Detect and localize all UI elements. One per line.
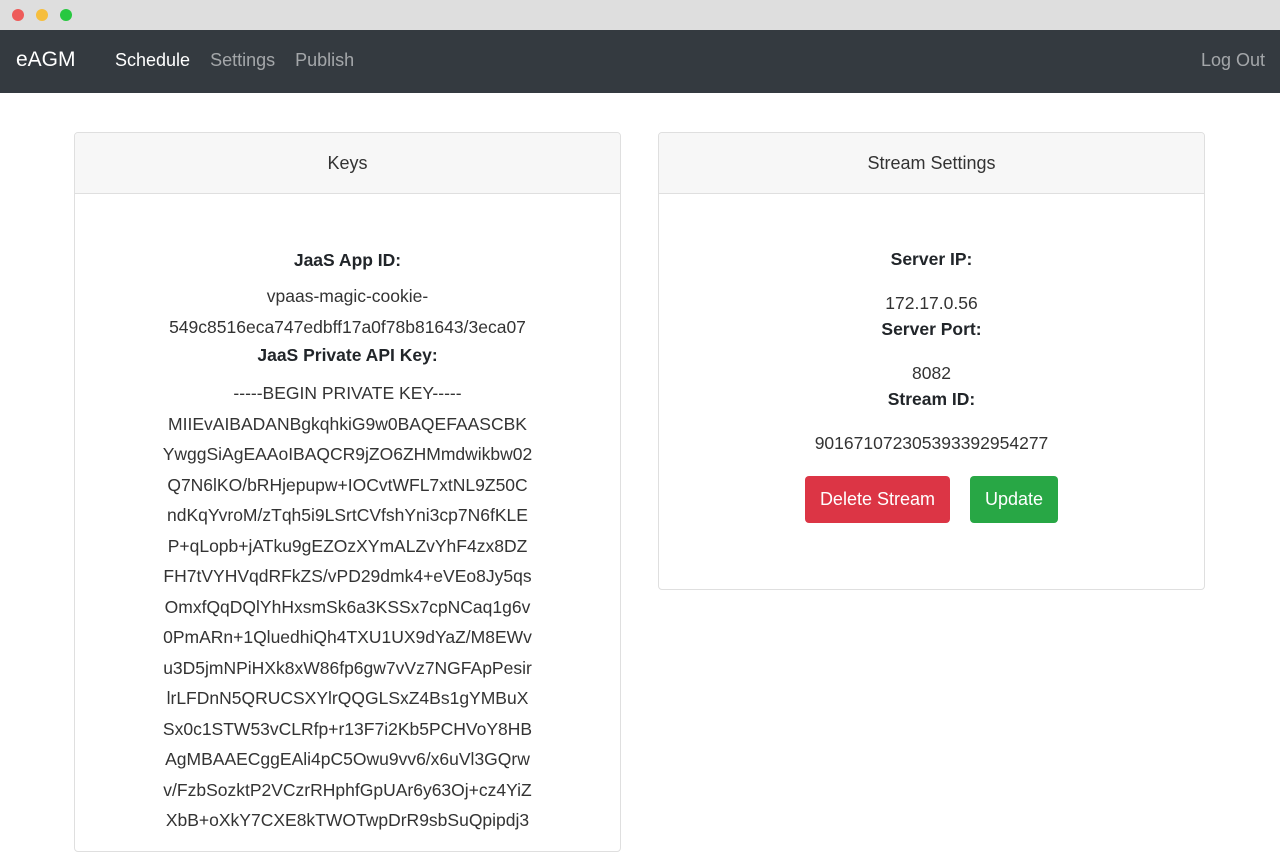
stream-id-value: 901671072305393392954277 xyxy=(814,433,1049,453)
nav-link-settings[interactable]: Settings xyxy=(210,49,275,71)
private-key-line: FH7tVYHVqdRFkZS/vPD29dmk4+eVEo8Jy5qs xyxy=(163,566,532,586)
private-key-label: JaaS Private API Key: xyxy=(257,345,438,365)
private-key-line: OmxfQqDQlYhHxsmSk6a3KSSx7cpNCaq1g6v xyxy=(164,596,531,617)
delete-stream-button[interactable]: Delete Stream xyxy=(804,476,950,523)
private-key-line: u3D5jmNPiHXk8xW86fp6gw7vVz7NGFApPesir xyxy=(163,657,532,678)
stream-settings-card: Stream Settings Server IP: 172.17.0.56 S… xyxy=(658,132,1205,590)
private-key-line: 0PmARn+1QluedhiQh4TXU1UX9dYaZ/M8EWv xyxy=(163,627,532,647)
server-ip-value: 172.17.0.56 xyxy=(885,293,978,313)
window-titlebar xyxy=(0,0,1280,30)
window-minimize-icon[interactable] xyxy=(36,9,48,21)
keys-card: Keys JaaS App ID: vpaas-magic-cookie- 54… xyxy=(74,132,621,852)
nav-link-publish[interactable]: Publish xyxy=(295,49,354,71)
private-key-line: -----BEGIN PRIVATE KEY----- xyxy=(233,383,462,403)
app-id-line-2: 549c8516eca747edbff17a0f78b81643/3eca07 xyxy=(169,316,526,337)
window-close-icon[interactable] xyxy=(12,9,24,21)
brand-logo[interactable]: eAGM xyxy=(16,48,76,72)
private-key-line: lrLFDnN5QRUCSXYlrQQGLSxZ4Bs1gYMBuX xyxy=(166,688,529,708)
private-key-line: YwggSiAgEAAoIBAQCR9jZO6ZHMmdwikbw02 xyxy=(162,444,533,464)
window-maximize-icon[interactable] xyxy=(60,9,72,21)
app-id-label: JaaS App ID: xyxy=(293,250,402,270)
private-key-line: ndKqYvroM/zTqh5i9LSrtCVfshYni3cp7N6fKLE xyxy=(167,505,528,525)
server-ip-label: Server IP: xyxy=(890,249,973,269)
stream-id-label: Stream ID: xyxy=(887,389,976,409)
keys-card-body: JaaS App ID: vpaas-magic-cookie- 549c851… xyxy=(75,194,620,836)
nav-links: Schedule Settings Publish xyxy=(115,49,354,71)
app-id-line-1: vpaas-magic-cookie- xyxy=(266,286,429,306)
private-key-line: AgMBAAECggEAli4pC5Owu9vv6/x6uVl3GQrw xyxy=(165,749,530,769)
stream-card-title: Stream Settings xyxy=(659,133,1204,194)
stream-card-body: Server IP: 172.17.0.56 Server Port: 8082… xyxy=(659,194,1204,523)
server-port-label: Server Port: xyxy=(881,319,982,339)
private-key-line: v/FzbSozktP2VCzrRHphfGpUAr6y63Oj+cz4YiZ xyxy=(163,779,532,800)
private-key-line: P+qLopb+jATku9gEZOzXYmALZvYhF4zx8DZ xyxy=(167,535,528,556)
stream-actions: Delete Stream Update xyxy=(659,476,1204,523)
private-key-line: Sx0c1STW53vCLRfp+r13F7i2Kb5PCHVoY8HB xyxy=(162,718,533,739)
private-key-line: MIIEvAIBADANBgkqhkiG9w0BAQEFAASCBK xyxy=(168,413,527,434)
private-key-value: -----BEGIN PRIVATE KEY----- MIIEvAIBADAN… xyxy=(75,378,620,836)
top-navbar: eAGM Schedule Settings Publish Log Out xyxy=(0,30,1280,93)
update-button[interactable]: Update xyxy=(970,476,1059,523)
private-key-line: Q7N6lKO/bRHjepupw+IOCvtWFL7xtNL9Z50C xyxy=(167,474,528,495)
private-key-line: XbB+oXkY7CXE8kTWOTwpDrR9sbSuQpipdj3 xyxy=(165,810,530,830)
nav-link-schedule[interactable]: Schedule xyxy=(115,49,190,71)
keys-card-title: Keys xyxy=(75,133,620,194)
logout-link[interactable]: Log Out xyxy=(1201,49,1265,71)
server-port-value: 8082 xyxy=(912,363,951,383)
